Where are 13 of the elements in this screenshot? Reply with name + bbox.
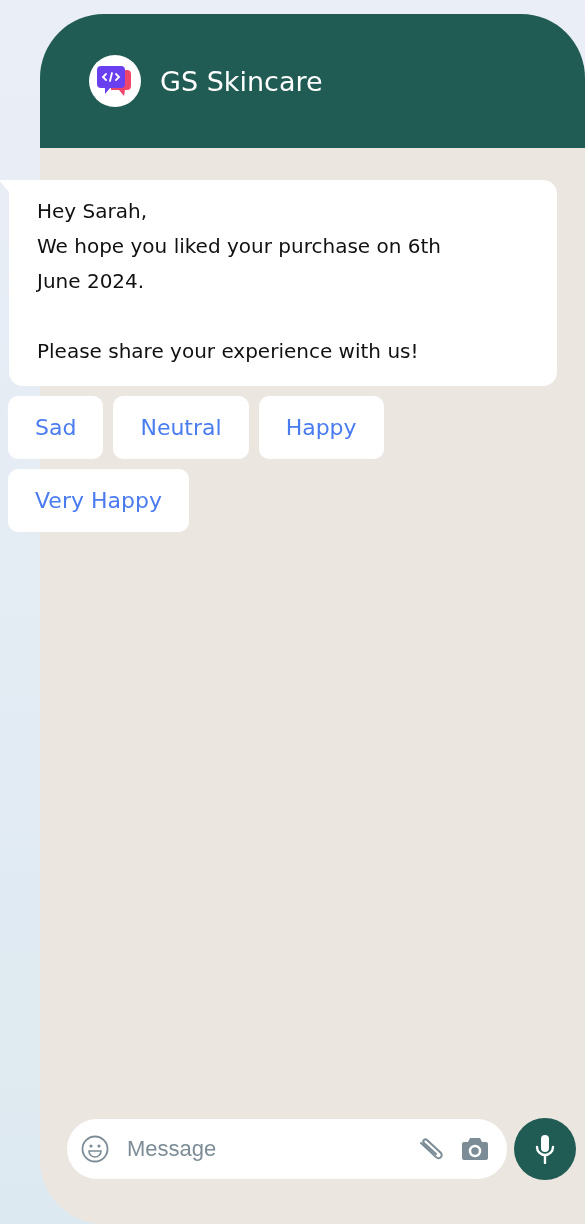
message-text: Hey Sarah, We hope you liked your purchase on 6th June 2024.: [37, 198, 442, 295]
quick-reply-button[interactable]: Sad: [8, 396, 104, 459]
chat-title: GS Skincare: [160, 65, 323, 97]
microphone-icon: [535, 1134, 555, 1164]
quick-reply-button[interactable]: Happy: [258, 396, 384, 459]
quick-reply-button[interactable]: Very Happy: [8, 469, 189, 532]
logo-icon: [89, 55, 141, 107]
camera-icon[interactable]: [461, 1136, 489, 1162]
message-input[interactable]: Message: [125, 1135, 399, 1163]
message-text: Please share your experience with us!: [37, 338, 420, 365]
message-field[interactable]: Message: [67, 1119, 507, 1179]
quick-reply-button[interactable]: Neutral: [113, 396, 249, 459]
emoji-icon[interactable]: [81, 1135, 109, 1163]
